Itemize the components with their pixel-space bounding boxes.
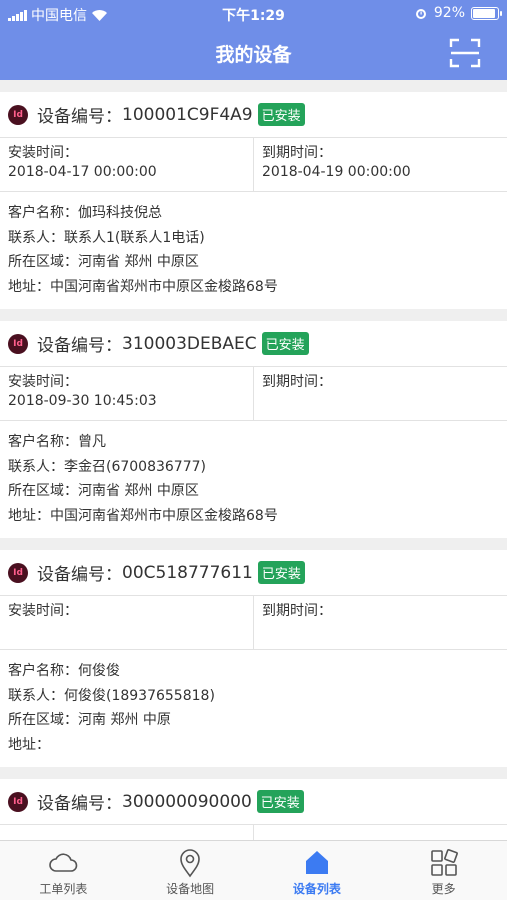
- install-time-label: 安装时间：: [8, 374, 78, 390]
- device-number: 100001C9F4A9: [122, 104, 253, 125]
- device-number-label: 设备编号：: [37, 107, 122, 127]
- device-number-label: 设备编号：: [37, 794, 122, 814]
- battery-percent: 92%: [433, 5, 465, 21]
- tab-bar: 工单列表 设备地图 设备列表 更多: [0, 840, 507, 900]
- device-number: 00C518777611: [122, 562, 253, 583]
- battery-icon: [471, 6, 502, 20]
- customer-name: 客户名称：何俊俊: [8, 663, 120, 679]
- device-icon: Id: [8, 791, 28, 812]
- install-time-label: 安装时间：: [8, 603, 78, 619]
- scan-icon[interactable]: [449, 37, 481, 69]
- grid-icon: [430, 849, 458, 876]
- expire-time-label: 到期时间：: [262, 374, 332, 390]
- tab-more[interactable]: 更多: [380, 841, 507, 900]
- customer-name: 客户名称：曾凡: [8, 434, 106, 450]
- expire-time-label: 到期时间：: [262, 145, 332, 161]
- device-icon: Id: [8, 104, 28, 125]
- tab-label: 更多: [431, 882, 456, 896]
- install-time-label: 安装时间：: [8, 145, 78, 161]
- region: 所在区域：河南 郑州 中原: [8, 712, 171, 728]
- expire-time-value: 2018-04-19 00:00:00: [262, 164, 411, 180]
- contact-person: 联系人：何俊俊(18937655818): [8, 687, 215, 704]
- status-badge: 已安装: [261, 332, 309, 355]
- device-icon: Id: [8, 333, 28, 354]
- cloud-icon: [49, 853, 78, 872]
- tab-work-orders[interactable]: 工单列表: [0, 841, 127, 900]
- device-number-label: 设备编号：: [37, 565, 122, 585]
- status-bar: 中国电信 下午1:29 92%: [0, 0, 507, 28]
- device-card[interactable]: Id 设备编号： 300000090000 已安装: [0, 779, 507, 840]
- device-number-label: 设备编号：: [37, 336, 122, 356]
- region: 所在区域：河南省 郑州 中原区: [8, 483, 199, 499]
- page-title: 我的设备: [215, 44, 292, 66]
- home-icon: [305, 851, 328, 874]
- app-header: 中国电信 下午1:29 92% 我的设备: [0, 0, 507, 80]
- region: 所在区域：河南省 郑州 中原区: [8, 254, 199, 270]
- device-number: 300000090000: [122, 791, 252, 812]
- tab-device-list[interactable]: 设备列表: [254, 841, 381, 900]
- location-pin-icon: [180, 849, 200, 878]
- address: 地址：: [8, 736, 50, 753]
- tab-label: 设备列表: [292, 882, 341, 896]
- status-badge: 已安装: [257, 561, 305, 584]
- address: 地址：中国河南省郑州市中原区金梭路68号: [8, 507, 278, 524]
- alarm-icon: [415, 9, 426, 19]
- device-card[interactable]: Id 设备编号： 100001C9F4A9 已安装 安装时间： 2018-04-1…: [0, 92, 507, 309]
- tab-label: 工单列表: [39, 882, 88, 896]
- device-number: 310003DEBAEC: [122, 333, 257, 354]
- contact-person: 联系人：李金召(6700836777): [8, 458, 206, 475]
- tab-device-map[interactable]: 设备地图: [127, 841, 254, 900]
- device-list[interactable]: Id 设备编号： 100001C9F4A9 已安装 安装时间： 2018-04-1…: [0, 80, 507, 840]
- tab-label: 设备地图: [166, 882, 215, 896]
- customer-name: 客户名称：伽玛科技倪总: [8, 205, 162, 221]
- device-card[interactable]: Id 设备编号： 00C518777611 已安装 安装时间： 到期时间： 客户…: [0, 550, 507, 767]
- expire-time-label: 到期时间：: [262, 603, 332, 619]
- status-badge: 已安装: [257, 103, 305, 126]
- address: 地址：中国河南省郑州市中原区金梭路68号: [8, 278, 278, 295]
- status-badge: 已安装: [256, 790, 304, 813]
- device-card[interactable]: Id 设备编号： 310003DEBAEC 已安装 安装时间： 2018-09-3…: [0, 321, 507, 538]
- device-icon: Id: [8, 562, 28, 583]
- install-time-value: 2018-09-30 10:45:03: [8, 393, 157, 409]
- contact-person: 联系人：联系人1(联系人1电话): [8, 229, 205, 246]
- install-time-value: 2018-04-17 00:00:00: [8, 164, 157, 180]
